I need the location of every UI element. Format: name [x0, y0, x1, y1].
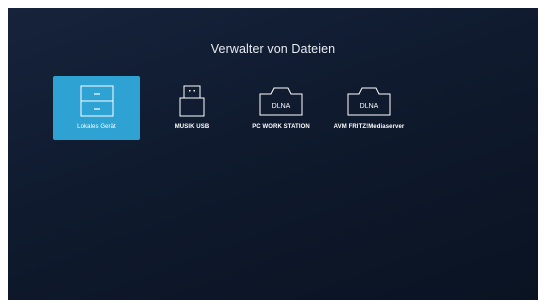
- usb-drive-icon: [170, 84, 214, 118]
- device-label: AVM FRITZ!Mediaserver: [333, 124, 405, 130]
- device-tile-avm-fritz[interactable]: DLNA AVM FRITZ!Mediaserver: [321, 76, 417, 140]
- device-label: PC WORK STATION: [252, 124, 310, 130]
- device-tile-pc-work-station[interactable]: DLNA PC WORK STATION: [241, 76, 321, 140]
- page-title: Verwalter von Dateien: [210, 42, 336, 56]
- device-tile-local[interactable]: Lokales Gerät: [53, 76, 140, 140]
- dlna-server-icon: DLNA: [259, 84, 303, 118]
- dlna-badge: DLNA: [360, 103, 379, 110]
- drawer-cabinet-icon: [75, 84, 119, 118]
- file-manager-screen: Verwalter von Dateien Lokales Gerät MUSI…: [8, 8, 538, 300]
- dlna-server-icon: DLNA: [347, 84, 391, 118]
- device-label: MUSIK USB: [174, 124, 210, 130]
- device-tile-usb[interactable]: MUSIK USB: [153, 76, 231, 140]
- dlna-badge: DLNA: [272, 103, 291, 110]
- device-label: Lokales Gerät: [77, 124, 116, 130]
